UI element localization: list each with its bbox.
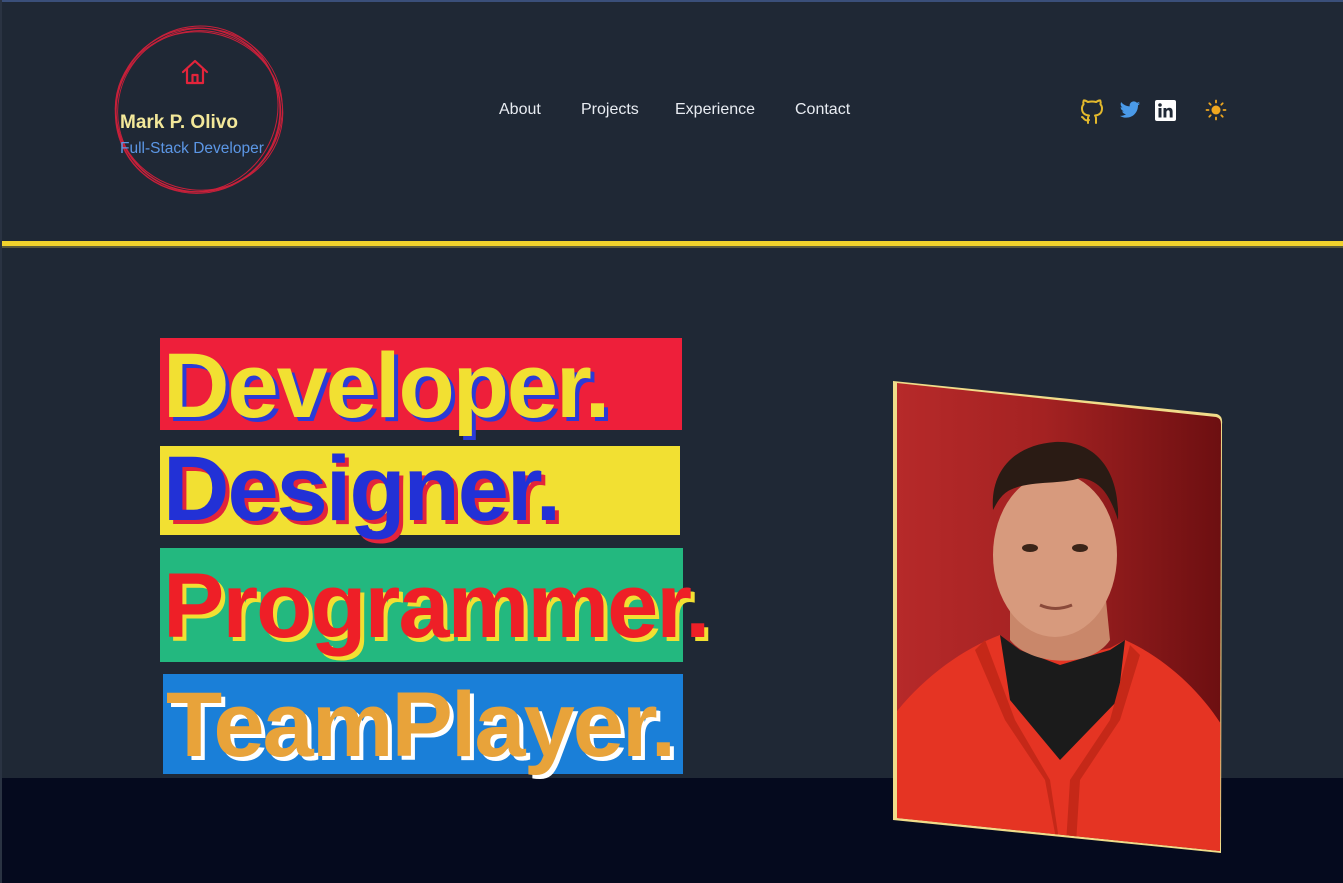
github-icon[interactable]: [1080, 98, 1104, 124]
bottom-band: [2, 778, 1343, 883]
word-developer: Developer.: [163, 335, 610, 437]
nav-about[interactable]: About: [499, 101, 541, 119]
nav-projects[interactable]: Projects: [581, 101, 639, 119]
word-designer: Designer.: [163, 438, 561, 540]
home-icon[interactable]: [180, 58, 210, 86]
twitter-icon[interactable]: [1119, 101, 1141, 120]
site-header: Mark P. Olivo Full-Stack Developer About…: [2, 2, 1343, 242]
word-teamplayer: TeamPlayer.: [166, 674, 676, 776]
nav-contact[interactable]: Contact: [795, 101, 850, 119]
linkedin-icon[interactable]: [1155, 100, 1176, 121]
brand-role: Full-Stack Developer: [120, 140, 264, 157]
nav-experience[interactable]: Experience: [675, 101, 755, 119]
sun-icon[interactable]: [1205, 99, 1227, 121]
brand-name: Mark P. Olivo: [120, 112, 238, 133]
word-programmer: Programmer.: [163, 555, 711, 657]
brand-logo[interactable]: Mark P. Olivo Full-Stack Developer: [106, 24, 296, 199]
